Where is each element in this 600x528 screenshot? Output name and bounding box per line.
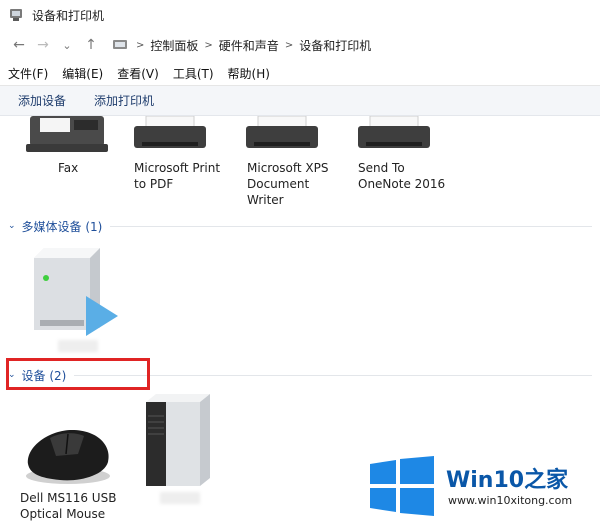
- breadcrumb: > 控制面板 > 硬件和声音 > 设备和打印机: [112, 37, 371, 54]
- watermark-url: www.win10xitong.com: [448, 494, 573, 507]
- menu-edit[interactable]: 编辑(E): [62, 65, 103, 82]
- menu-tools[interactable]: 工具(T): [173, 65, 214, 82]
- onenote-printer-label: Send To OneNote 2016: [358, 161, 446, 191]
- command-bar: 添加设备 添加打印机: [0, 86, 600, 116]
- menu-view[interactable]: 查看(V): [117, 65, 159, 82]
- devices-printers-icon: [10, 9, 22, 21]
- control-panel-icon: [113, 40, 127, 49]
- group-divider: [110, 225, 592, 227]
- watermark-brand: Win10之家: [446, 462, 568, 494]
- mouse-device-icon[interactable]: [20, 424, 116, 488]
- fax-printer-icon[interactable]: [22, 116, 112, 156]
- breadcrumb-separator: >: [284, 39, 294, 51]
- multimedia-group-title: 多媒体设备 (1): [21, 219, 103, 234]
- breadcrumb-separator: >: [204, 39, 213, 51]
- mouse-device-label: Dell MS116 USB Optical Mouse: [20, 491, 117, 521]
- add-device-button[interactable]: 添加设备: [18, 92, 66, 109]
- watermark-brand-suffix: 之家: [524, 468, 569, 493]
- address-bar: ← → ⌄ ↑ > 控制面板 > 硬件和声音 > 设备和打印机: [0, 32, 600, 58]
- forward-button[interactable]: →: [34, 36, 52, 54]
- onenote-printer-icon[interactable]: [356, 116, 432, 156]
- group-divider: [74, 374, 592, 376]
- xps-printer-label: Microsoft XPS Document Writer: [247, 161, 329, 207]
- annotation-highlight-box: [6, 358, 150, 390]
- menu-file[interactable]: 文件(F): [8, 65, 48, 82]
- watermark-brand-name: Win10: [446, 468, 525, 493]
- blurred-computer-label: [160, 492, 200, 504]
- computer-tower-icon[interactable]: [140, 392, 216, 488]
- title-bar: 设备和打印机: [0, 0, 600, 30]
- watermark: Win10之家 www.win10xitong.com: [368, 452, 594, 522]
- fax-label: Fax: [58, 161, 79, 175]
- up-button[interactable]: ↑: [82, 36, 100, 54]
- windows-logo-icon: [370, 456, 434, 516]
- pdf-printer-label: Microsoft Print to PDF: [134, 161, 221, 191]
- menu-bar: 文件(F) 编辑(E) 查看(V) 工具(T) 帮助(H): [0, 62, 600, 86]
- multimedia-group-header[interactable]: ⌄ 多媒体设备 (1): [8, 218, 592, 234]
- add-printer-button[interactable]: 添加打印机: [94, 92, 154, 109]
- pdf-printer-icon[interactable]: [132, 116, 208, 156]
- breadcrumb-hardware-sound[interactable]: 硬件和声音: [219, 37, 279, 54]
- back-button[interactable]: ←: [10, 36, 28, 54]
- breadcrumb-separator: >: [136, 39, 145, 51]
- recent-locations-button[interactable]: ⌄: [58, 36, 76, 54]
- breadcrumb-devices-printers[interactable]: 设备和打印机: [299, 37, 371, 54]
- menu-help[interactable]: 帮助(H): [228, 65, 270, 82]
- xps-printer-icon[interactable]: [244, 116, 320, 156]
- breadcrumb-control-panel[interactable]: 控制面板: [150, 37, 198, 54]
- chevron-down-icon: ⌄: [8, 221, 16, 231]
- media-device-icon[interactable]: [26, 244, 122, 340]
- blurred-media-label: [58, 340, 98, 352]
- window-title: 设备和打印机: [32, 8, 105, 23]
